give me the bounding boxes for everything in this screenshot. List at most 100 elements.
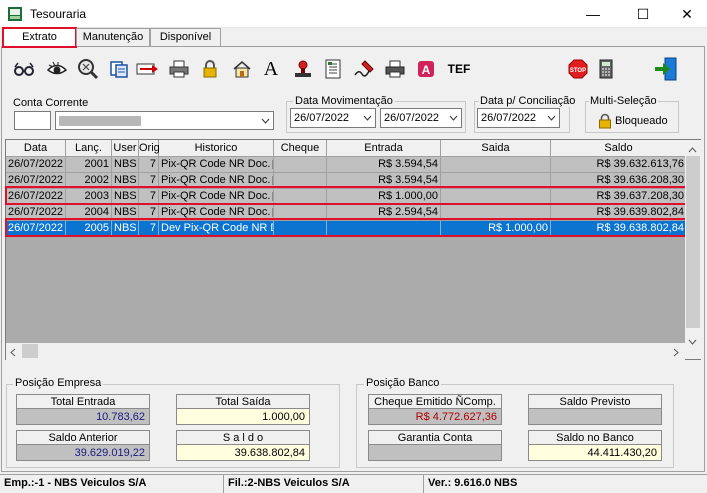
chevron-down-icon[interactable] [445, 109, 461, 127]
tab-manutencao[interactable]: Manutenção [76, 28, 150, 46]
scroll-left-icon[interactable] [10, 348, 16, 360]
data-from-value: 26/07/2022 [294, 112, 350, 124]
magnifier-icon[interactable] [76, 57, 100, 81]
scroll-up-icon[interactable] [688, 144, 697, 156]
cell-hist: Dev Pix-QR Code NR Doc [159, 221, 274, 237]
cell-orig: 7 [139, 221, 159, 237]
cell-saida [441, 205, 551, 221]
table-row[interactable]: 26/07/2022 2002 NBS 7 Pix-QR Code NR Doc. R$ … [6, 173, 687, 189]
col-data[interactable]: Data [6, 140, 66, 157]
cell-user: NBS [112, 157, 139, 173]
cell-cheque [274, 221, 327, 237]
col-entrada[interactable]: Entrada [327, 140, 441, 157]
font-icon[interactable]: A [259, 57, 283, 81]
table-row[interactable]: 26/07/2022 2003 NBS 7 Pix-QR Code NR Doc. R$ … [6, 189, 687, 205]
table-row[interactable]: 26/07/20222005NBS7Dev Pix-QR Code NR Doc… [6, 221, 687, 237]
saldo-previsto-value [528, 408, 662, 425]
cell-user: NBS [112, 221, 139, 237]
documents-icon[interactable] [107, 57, 131, 81]
cell-hist: Pix-QR Code NR Doc. [159, 157, 274, 173]
scroll-right-icon[interactable] [673, 348, 679, 360]
horizontal-scrollbar[interactable] [6, 343, 685, 360]
cell-cheque [274, 157, 327, 173]
cell-user: NBS [112, 189, 139, 205]
cell-data: 26/07/2022 [6, 189, 66, 205]
printer-icon[interactable] [167, 57, 191, 81]
conta-code-field[interactable] [14, 111, 51, 130]
app-a-icon[interactable]: A [414, 57, 438, 81]
cell-saldo: R$ 39.636.208,30 [551, 173, 687, 189]
horizontal-scroll-thumb[interactable] [22, 344, 38, 358]
report-icon[interactable] [321, 57, 345, 81]
cell-cheque [274, 189, 327, 205]
app-icon [7, 6, 23, 22]
col-user[interactable]: User [112, 140, 139, 157]
eye-icon[interactable] [45, 57, 69, 81]
signature-icon[interactable] [352, 57, 376, 81]
cell-user: NBS [112, 173, 139, 189]
data-movimentacao-from[interactable]: 26/07/2022 [290, 108, 376, 128]
stamp-icon[interactable] [291, 57, 315, 81]
conciliacao-label: Data p/ Conciliação [479, 95, 577, 107]
lock-icon[interactable] [198, 57, 222, 81]
cell-cheque [274, 205, 327, 221]
col-cheque[interactable]: Cheque [274, 140, 327, 157]
cell-saida: R$ 1.000,00 [441, 221, 551, 237]
stop-icon[interactable]: STOP [566, 57, 590, 81]
col-saldo[interactable]: Saldo [551, 140, 687, 157]
printer-2-icon[interactable] [383, 57, 407, 81]
exit-icon[interactable] [652, 55, 680, 83]
table-row[interactable]: 26/07/2022 2001 NBS 7 Pix-QR Code NR Doc. R$ … [6, 157, 687, 173]
cell-entrada: R$ 1.000,00 [327, 189, 441, 205]
scroll-down-icon[interactable] [688, 336, 697, 348]
data-conciliacao-value: 26/07/2022 [481, 112, 537, 124]
close-button[interactable]: ✕ [664, 0, 707, 28]
col-orig[interactable]: Orig [139, 140, 160, 157]
cell-entrada: R$ 3.594,54 [327, 173, 441, 189]
cell-data: 26/07/2022 [6, 157, 66, 173]
bloqueado-label: Bloqueado [615, 115, 668, 127]
multi-selecao-label: Multi-Seleção [589, 95, 658, 107]
cell-hist: Pix-QR Code NR Doc. [159, 205, 274, 221]
bloqueado-button[interactable]: Bloqueado [598, 112, 676, 130]
cell-entrada: R$ 3.594,54 [327, 157, 441, 173]
table-row[interactable]: 26/07/2022 2004 NBS 7 Pix-QR Code NR Doc. R$ … [6, 205, 687, 221]
conta-corrente-label: Conta Corrente [13, 97, 89, 109]
cheque-emitido-value: R$ 4.772.627,36 [368, 408, 502, 425]
cell-data: 26/07/2022 [6, 173, 66, 189]
conta-name-combo[interactable] [55, 111, 274, 130]
status-empresa: Emp.:-1 - NBS Veiculos S/A [0, 475, 224, 493]
cell-saldo: R$ 39.632.613,76 [551, 157, 687, 173]
cell-cheque [274, 173, 327, 189]
cell-orig: 7 [139, 157, 159, 173]
chevron-down-icon[interactable] [543, 109, 559, 127]
cell-data: 26/07/2022 [6, 205, 66, 221]
data-movimentacao-to[interactable]: 26/07/2022 [380, 108, 462, 128]
movimentacao-label: Data Movimentação [293, 95, 395, 107]
vertical-scrollbar[interactable] [685, 140, 701, 359]
glasses-icon[interactable] [12, 57, 36, 81]
tab-extrato[interactable]: Extrato [2, 27, 77, 48]
chevron-down-icon[interactable] [359, 109, 375, 127]
cell-orig: 7 [139, 173, 159, 189]
tab-disponivel[interactable]: Disponível [150, 28, 221, 46]
calculator-icon[interactable] [594, 57, 618, 81]
total-entrada-value: 10.783,62 [16, 408, 150, 425]
col-lanc[interactable]: Lanç. [66, 140, 112, 157]
col-historico[interactable]: Historico [159, 140, 274, 157]
house-icon[interactable] [230, 57, 254, 81]
tef-button[interactable]: TEF [446, 57, 472, 81]
cell-orig: 7 [139, 205, 159, 221]
cell-saldo: R$ 39.637.208,30 [551, 189, 687, 205]
cell-user: NBS [112, 205, 139, 221]
data-conciliacao-field[interactable]: 26/07/2022 [477, 108, 560, 128]
transfer-icon[interactable] [136, 57, 160, 81]
extrato-grid[interactable]: Data Lanç. User Orig Historico Cheque En… [5, 139, 701, 360]
chevron-down-icon[interactable] [257, 112, 273, 129]
cell-lanc: 2001 [66, 157, 112, 173]
maximize-button[interactable]: ☐ [620, 0, 666, 28]
vertical-scroll-thumb[interactable] [686, 156, 700, 328]
posicao-empresa-label: Posição Empresa [13, 377, 104, 389]
minimize-button[interactable]: — [570, 0, 616, 28]
col-saida[interactable]: Saida [441, 140, 551, 157]
